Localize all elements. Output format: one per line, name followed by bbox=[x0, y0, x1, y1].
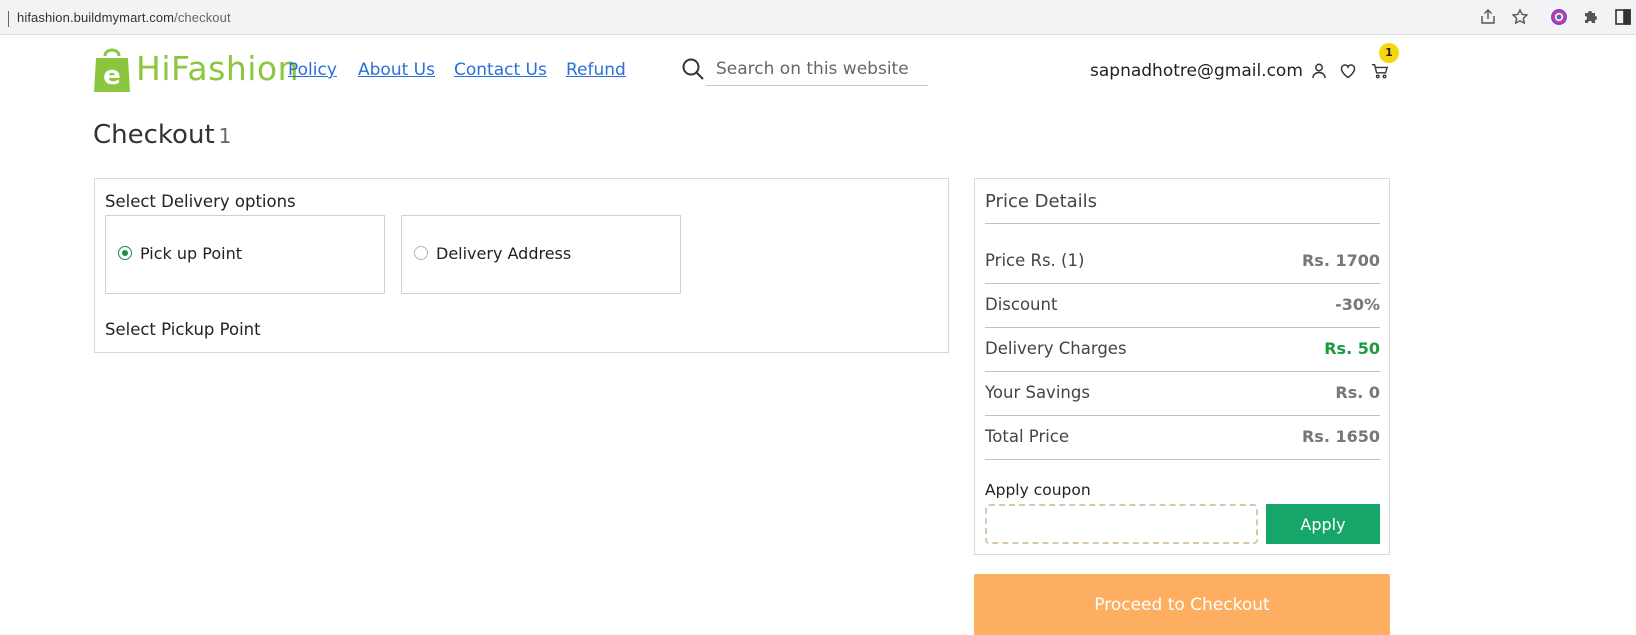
discount-label: Discount bbox=[985, 295, 1058, 314]
total-price-value: Rs. 1650 bbox=[1301, 427, 1380, 446]
divider bbox=[985, 283, 1380, 284]
nav-refund[interactable]: Refund bbox=[566, 60, 626, 80]
delivery-options-panel: Select Delivery options Pick up Point De… bbox=[94, 178, 949, 353]
wishlist-heart-icon[interactable] bbox=[1339, 62, 1357, 80]
browser-toolbar: hifashion.buildmymart.com/checkout bbox=[0, 0, 1636, 35]
nav-policy[interactable]: Policy bbox=[288, 60, 337, 80]
user-account-icon[interactable] bbox=[1310, 62, 1328, 80]
delivery-address-radio[interactable] bbox=[414, 246, 428, 260]
nav-about-us[interactable]: About Us bbox=[358, 60, 435, 80]
url-path: /checkout bbox=[174, 10, 231, 25]
delivery-charges-label: Delivery Charges bbox=[985, 339, 1127, 358]
savings-value: Rs. 0 bbox=[1335, 383, 1380, 402]
price-label: Price Rs. (1) bbox=[985, 251, 1085, 270]
search-input[interactable] bbox=[706, 52, 928, 86]
price-value: Rs. 1700 bbox=[1301, 251, 1380, 270]
divider bbox=[985, 459, 1380, 460]
apply-coupon-button[interactable]: Apply bbox=[1266, 504, 1380, 544]
shopping-bag-logo-icon: e bbox=[92, 46, 132, 94]
sidebar-icon[interactable] bbox=[1614, 8, 1632, 26]
divider bbox=[985, 327, 1380, 328]
delivery-options-heading: Select Delivery options bbox=[105, 192, 296, 211]
proceed-to-checkout-button[interactable]: Proceed to Checkout bbox=[974, 574, 1390, 635]
savings-label: Your Savings bbox=[985, 383, 1090, 402]
delivery-address-label: Delivery Address bbox=[436, 244, 572, 263]
pickup-point-radio[interactable] bbox=[118, 246, 132, 260]
discount-value: -30% bbox=[1335, 295, 1380, 314]
price-row-discount: Discount -30% bbox=[985, 295, 1380, 317]
url-text[interactable]: hifashion.buildmymart.com/checkout bbox=[17, 10, 231, 25]
divider bbox=[985, 371, 1380, 372]
delivery-address-option[interactable]: Delivery Address bbox=[401, 215, 681, 294]
divider bbox=[985, 415, 1380, 416]
divider bbox=[985, 223, 1380, 224]
pickup-point-option[interactable]: Pick up Point bbox=[105, 215, 385, 294]
price-details-panel: Price Details Price Rs. (1) Rs. 1700 Dis… bbox=[974, 178, 1390, 555]
logo-text: HiFashion bbox=[136, 49, 300, 88]
address-bar[interactable]: hifashion.buildmymart.com/checkout bbox=[0, 3, 1540, 31]
cart-count-badge: 1 bbox=[1379, 43, 1399, 63]
price-row-savings: Your Savings Rs. 0 bbox=[985, 383, 1380, 405]
page-title-text: Checkout bbox=[93, 120, 215, 150]
user-email[interactable]: sapnadhotre@gmail.com bbox=[1090, 61, 1303, 81]
text-caret bbox=[8, 11, 9, 27]
delivery-charges-value: Rs. 50 bbox=[1324, 339, 1380, 358]
puzzle-extensions-icon[interactable] bbox=[1582, 8, 1600, 26]
price-row-price: Price Rs. (1) Rs. 1700 bbox=[985, 251, 1380, 273]
bookmark-star-icon[interactable] bbox=[1511, 8, 1529, 26]
url-host: hifashion.buildmymart.com bbox=[17, 10, 175, 25]
color-extension-icon[interactable] bbox=[1550, 8, 1568, 26]
price-row-total: Total Price Rs. 1650 bbox=[985, 427, 1380, 449]
pickup-point-label: Pick up Point bbox=[140, 244, 242, 263]
price-row-delivery-charges: Delivery Charges Rs. 50 bbox=[985, 339, 1380, 361]
nav-contact-us[interactable]: Contact Us bbox=[454, 60, 547, 80]
hifashion-logo[interactable]: e HiFashion bbox=[92, 46, 299, 94]
total-price-label: Total Price bbox=[985, 427, 1070, 446]
price-details-title: Price Details bbox=[985, 191, 1098, 212]
search-icon[interactable] bbox=[681, 57, 705, 81]
svg-text:e: e bbox=[103, 61, 121, 91]
share-icon[interactable] bbox=[1479, 8, 1497, 26]
apply-coupon-label: Apply coupon bbox=[985, 481, 1091, 499]
select-pickup-point-heading: Select Pickup Point bbox=[105, 320, 261, 339]
coupon-code-input[interactable] bbox=[985, 504, 1258, 544]
cart-icon[interactable] bbox=[1371, 62, 1391, 80]
checkout-item-count: 1 bbox=[218, 124, 232, 148]
page-title: Checkout 1 bbox=[93, 120, 231, 150]
